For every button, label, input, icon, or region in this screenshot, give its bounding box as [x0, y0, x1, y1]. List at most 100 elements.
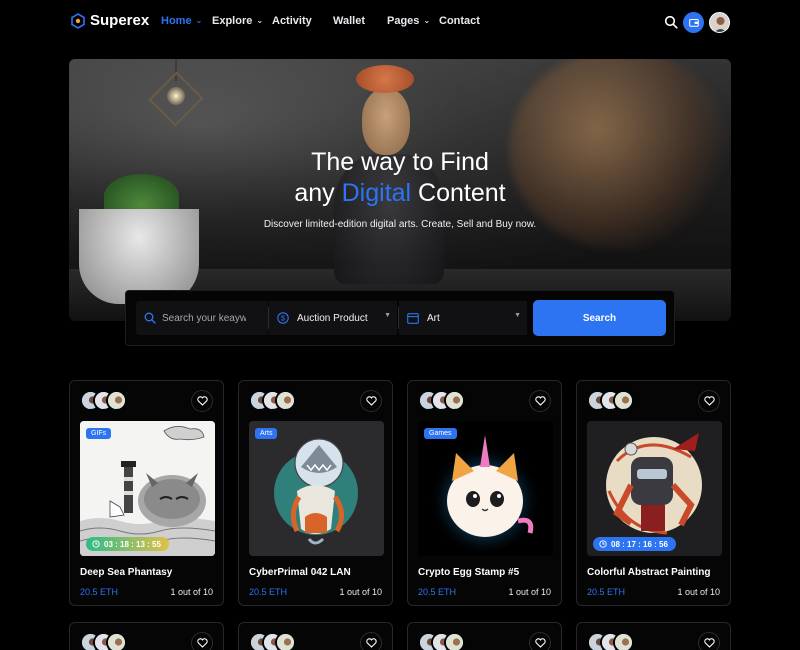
nav-item-label: Pages: [387, 15, 420, 27]
creator-avatars: [418, 632, 465, 650]
category-tag: Arts: [255, 428, 278, 439]
hero-title-line1: The way to Find: [311, 148, 489, 176]
favorite-button[interactable]: [698, 390, 720, 412]
favorite-button[interactable]: [529, 632, 551, 650]
avatar[interactable]: [275, 632, 296, 650]
chevron-down-icon: ▼: [514, 312, 521, 319]
avatar[interactable]: [106, 390, 127, 411]
nft-card[interactable]: Games Crypto Egg Stamp #5 20.5 ETH 1 out…: [407, 380, 562, 606]
category-tag: Games: [424, 428, 457, 439]
brand-logo[interactable]: Superex: [70, 12, 149, 29]
nft-title[interactable]: Colorful Abstract Painting: [587, 567, 711, 578]
chevron-down-icon: ⌄: [423, 15, 431, 25]
nft-thumbnail[interactable]: GIFs 03 : 18 : 13 : 55: [80, 421, 215, 556]
user-avatar[interactable]: [709, 12, 730, 33]
nav-item-label: Wallet: [333, 15, 365, 27]
abstract-robot-artwork: [587, 421, 722, 556]
lamp-glow: [167, 87, 185, 105]
nft-quantity: 1 out of 10: [508, 587, 551, 597]
avatar[interactable]: [613, 390, 634, 411]
favorite-button[interactable]: [698, 632, 720, 650]
nft-quantity: 1 out of 10: [677, 587, 720, 597]
nav-item-pages[interactable]: Pages ⌄: [387, 15, 439, 27]
favorite-button[interactable]: [360, 390, 382, 412]
nft-quantity: 1 out of 10: [170, 587, 213, 597]
nft-price: 20.5 ETH: [80, 587, 119, 597]
timer-value: 03 : 18 : 13 : 55: [104, 539, 161, 549]
nft-title[interactable]: Deep Sea Phantasy: [80, 567, 172, 578]
hero-banner: The way to Find any Digital Content Disc…: [69, 59, 731, 321]
svg-text:$: $: [281, 314, 286, 323]
shark-astronaut-artwork: [249, 421, 384, 556]
avatar[interactable]: [106, 632, 127, 650]
category-tag: GIFs: [86, 428, 112, 439]
creator-avatars: [587, 390, 634, 411]
nft-price: 20.5 ETH: [587, 587, 626, 597]
creator-avatars: [587, 632, 634, 650]
avatar[interactable]: [444, 390, 465, 411]
avatar[interactable]: [444, 632, 465, 650]
nav-item-label: Activity: [272, 15, 312, 27]
search-button[interactable]: Search: [533, 300, 666, 336]
nav-item-contact[interactable]: Contact: [439, 15, 480, 27]
heart-icon: [365, 638, 377, 648]
favorite-button[interactable]: [191, 390, 213, 412]
nav-item-label: Explore: [212, 15, 253, 27]
nft-card[interactable]: [238, 622, 393, 650]
figure-face: [362, 89, 410, 155]
nft-card[interactable]: Arts CyberPrimal 042 LAN 20.5 ETH 1 out …: [238, 380, 393, 606]
nft-card[interactable]: [69, 622, 224, 650]
creator-avatars: [80, 390, 127, 411]
avatar[interactable]: [275, 390, 296, 411]
nft-thumbnail[interactable]: 08 : 17 : 16 : 56: [587, 421, 722, 556]
nft-card[interactable]: GIFs 03 : 18 : 13 : 55 Deep Sea Phantasy…: [69, 380, 224, 606]
chevron-down-icon: ▼: [384, 312, 391, 319]
search-icon[interactable]: [664, 15, 678, 29]
hero-subtitle: Discover limited-edition digital arts. C…: [263, 219, 537, 230]
favorite-button[interactable]: [529, 390, 551, 412]
nft-title[interactable]: CyberPrimal 042 LAN: [249, 567, 351, 578]
heart-icon: [196, 396, 208, 406]
type-select[interactable]: Art ▼: [399, 301, 527, 335]
nft-thumbnail[interactable]: Arts: [249, 421, 384, 556]
sketch-monster-artwork: [80, 421, 215, 556]
favorite-button[interactable]: [191, 632, 213, 650]
wallet-button[interactable]: [683, 12, 704, 33]
nft-card[interactable]: [576, 622, 731, 650]
heart-icon: [703, 396, 715, 406]
hero-title-highlight: Digital: [341, 179, 412, 207]
search-panel: $ Auction Product ▼ Art ▼ Search: [125, 290, 675, 346]
nav-item-activity[interactable]: Activity: [272, 15, 333, 27]
nft-card[interactable]: 08 : 17 : 16 : 56 Colorful Abstract Pain…: [576, 380, 731, 606]
nft-quantity: 1 out of 10: [339, 587, 382, 597]
wallet-icon: [407, 312, 419, 324]
avatar[interactable]: [613, 632, 634, 650]
keyword-search-field[interactable]: [136, 301, 268, 335]
avatar-image: [710, 13, 729, 32]
auction-timer: 03 : 18 : 13 : 55: [86, 537, 169, 551]
category-select[interactable]: $ Auction Product ▼: [269, 301, 397, 335]
dollar-icon: $: [277, 312, 289, 324]
heart-icon: [196, 638, 208, 648]
auction-timer: 08 : 17 : 16 : 56: [593, 537, 676, 551]
nft-title[interactable]: Crypto Egg Stamp #5: [418, 567, 519, 578]
nft-card[interactable]: [407, 622, 562, 650]
nft-thumbnail[interactable]: Games: [418, 421, 553, 556]
heart-icon: [534, 396, 546, 406]
wallet-icon: [688, 19, 699, 27]
favorite-button[interactable]: [360, 632, 382, 650]
nav-item-explore[interactable]: Explore ⌄: [212, 15, 272, 27]
nav-item-wallet[interactable]: Wallet: [333, 15, 387, 27]
type-select-value: Art: [427, 312, 440, 324]
nav-item-home[interactable]: Home ⌄: [161, 15, 212, 27]
top-navbar: Superex Home ⌄ Explore ⌄ Activity Wallet…: [0, 0, 800, 44]
nft-price: 20.5 ETH: [418, 587, 457, 597]
hero-title: The way to Find any Digital Content: [69, 147, 731, 209]
heart-icon: [365, 396, 377, 406]
creator-avatars: [249, 632, 296, 650]
hero-title-post: Content: [411, 179, 506, 207]
hero-title-pre: any: [294, 179, 342, 207]
logo-mark-icon: [71, 12, 85, 29]
clock-icon: [92, 540, 100, 548]
hero-title-line2: any Digital Content: [69, 178, 731, 209]
